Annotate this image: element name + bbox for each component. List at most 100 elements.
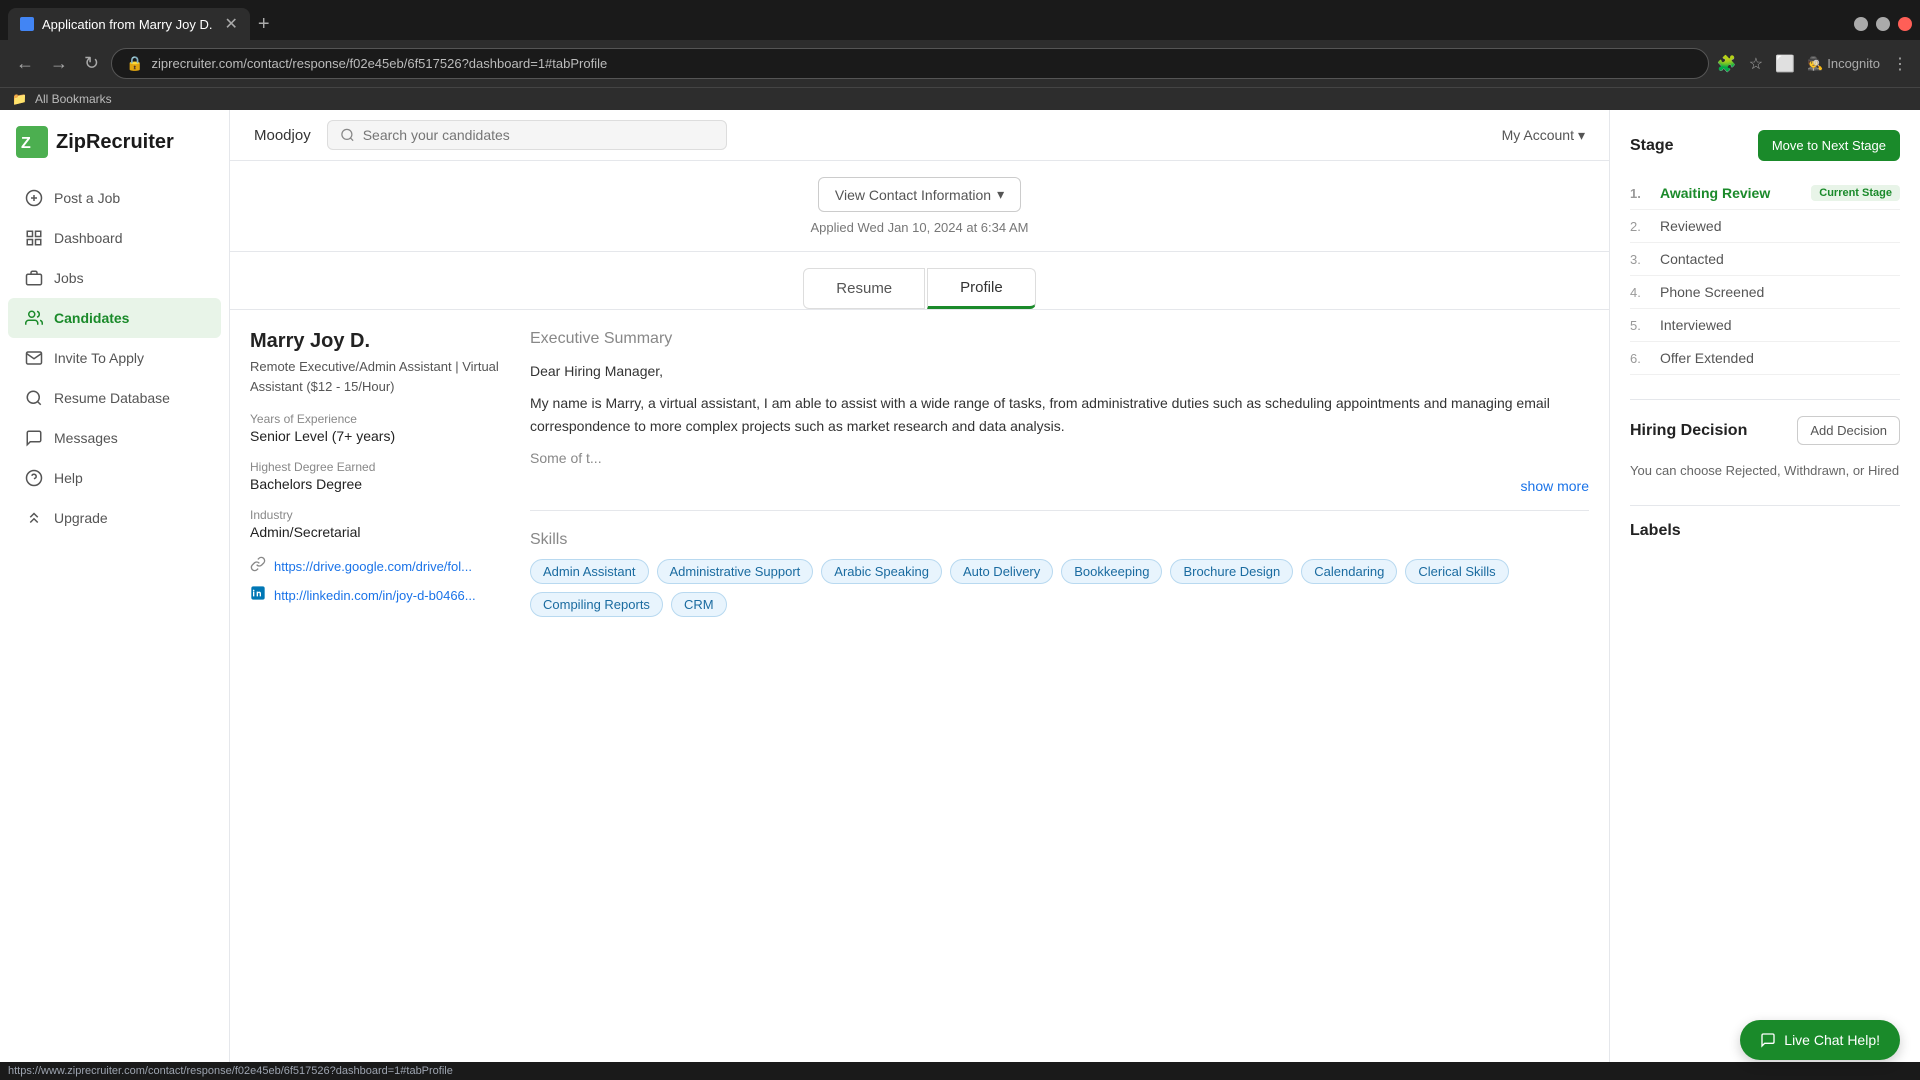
invite-icon: [24, 348, 44, 368]
linkedin-icon: [250, 585, 266, 606]
back-button[interactable]: ←: [12, 49, 38, 78]
new-tab-button[interactable]: +: [250, 9, 278, 40]
stage-label-0: Awaiting Review: [1660, 185, 1770, 201]
sidebar-label-candidates: Candidates: [54, 310, 129, 326]
stage-header: Stage Move to Next Stage: [1630, 130, 1900, 161]
industry-value: Admin/Secretarial: [250, 524, 510, 540]
close-button[interactable]: [1898, 17, 1912, 31]
sidebar-item-help[interactable]: Help: [8, 458, 221, 498]
skills-container: Admin Assistant Administrative Support A…: [530, 559, 1589, 617]
skill-tag-6: Calendaring: [1301, 559, 1397, 584]
active-tab[interactable]: Application from Marry Joy D. ✕: [8, 8, 250, 40]
company-name: Moodjoy: [254, 127, 311, 144]
stage-item-0: 1. Awaiting Review Current Stage: [1630, 177, 1900, 210]
stage-label-2: Contacted: [1660, 251, 1724, 267]
sidebar-item-post-a-job[interactable]: Post a Job: [8, 178, 221, 218]
skill-tag-9: CRM: [671, 592, 727, 617]
refresh-button[interactable]: ↻: [80, 49, 103, 78]
skill-tag-0: Admin Assistant: [530, 559, 649, 584]
stage-label-1: Reviewed: [1660, 218, 1721, 234]
drive-link[interactable]: https://drive.google.com/drive/fol...: [250, 556, 510, 577]
ziprecruiter-logo-icon: Z: [16, 126, 48, 158]
experience-section: Years of Experience Senior Level (7+ yea…: [250, 412, 510, 444]
hiring-decision-description: You can choose Rejected, Withdrawn, or H…: [1630, 461, 1900, 481]
incognito-badge: 🕵 Incognito: [1807, 56, 1880, 72]
hiring-decision-header: Hiring Decision Add Decision: [1630, 416, 1900, 445]
my-account-menu[interactable]: My Account ▾: [1502, 127, 1585, 144]
skill-tag-8: Compiling Reports: [530, 592, 663, 617]
extensions-icon: 🧩: [1717, 54, 1737, 74]
sidebar-label-dashboard: Dashboard: [54, 230, 123, 246]
linkedin-brand-icon: [250, 585, 266, 601]
sidebar: Z ZipRecruiter Post a Job Dashboard Jobs: [0, 110, 230, 1062]
sidebar-item-resume-database[interactable]: Resume Database: [8, 378, 221, 418]
exec-summary-truncated: Some of t...: [530, 447, 1589, 469]
tab-profile[interactable]: Profile: [927, 268, 1036, 309]
sidebar-item-messages[interactable]: Messages: [8, 418, 221, 458]
skill-tag-3: Auto Delivery: [950, 559, 1053, 584]
applied-date: Applied Wed Jan 10, 2024 at 6:34 AM: [254, 220, 1585, 235]
stage-title: Stage: [1630, 137, 1674, 155]
move-next-stage-button[interactable]: Move to Next Stage: [1758, 130, 1900, 161]
industry-label: Industry: [250, 508, 510, 522]
profile-icon[interactable]: ⬜: [1775, 54, 1795, 74]
maximize-button[interactable]: [1876, 17, 1890, 31]
live-chat-button[interactable]: Live Chat Help!: [1740, 1020, 1900, 1060]
sidebar-label-upgrade: Upgrade: [54, 510, 108, 526]
svg-text:Z: Z: [21, 135, 31, 152]
center-panel: Moodjoy My Account ▾ View Contact Inform…: [230, 110, 1610, 1062]
tabs-row: Resume Profile: [230, 252, 1609, 310]
stage-label-5: Offer Extended: [1660, 350, 1754, 366]
tab-favicon: [20, 17, 34, 31]
sidebar-item-candidates[interactable]: Candidates: [8, 298, 221, 338]
view-contact-label: View Contact Information: [835, 187, 991, 203]
sidebar-label-help: Help: [54, 470, 83, 486]
stage-item-4: 5. Interviewed: [1630, 309, 1900, 342]
status-url: https://www.ziprecruiter.com/contact/res…: [8, 1065, 453, 1077]
sidebar-label-jobs: Jobs: [54, 270, 84, 286]
address-bar[interactable]: 🔒 ziprecruiter.com/contact/response/f02e…: [111, 48, 1709, 79]
tab-title: Application from Marry Joy D.: [42, 17, 213, 32]
search-input[interactable]: [363, 127, 714, 143]
minimize-button[interactable]: [1854, 17, 1868, 31]
linkedin-link[interactable]: http://linkedin.com/in/joy-d-b0466...: [250, 585, 510, 606]
view-contact-chevron: ▾: [997, 186, 1004, 203]
sidebar-item-invite-to-apply[interactable]: Invite To Apply: [8, 338, 221, 378]
help-icon: [24, 468, 44, 488]
exec-summary-greeting: Dear Hiring Manager,: [530, 360, 1589, 382]
drive-link-text[interactable]: https://drive.google.com/drive/fol...: [274, 559, 472, 574]
profile-right: Executive Summary Dear Hiring Manager, M…: [530, 330, 1589, 617]
stage-label-3: Phone Screened: [1660, 284, 1764, 300]
skill-tag-2: Arabic Speaking: [821, 559, 942, 584]
stage-item-2: 3. Contacted: [1630, 243, 1900, 276]
search-icon: [340, 127, 355, 143]
degree-value: Bachelors Degree: [250, 476, 510, 492]
stage-item-5: 6. Offer Extended: [1630, 342, 1900, 375]
main-content: Moodjoy My Account ▾ View Contact Inform…: [230, 110, 1920, 1062]
view-contact-button[interactable]: View Contact Information ▾: [818, 177, 1021, 212]
current-stage-badge: Current Stage: [1811, 185, 1900, 201]
sidebar-item-dashboard[interactable]: Dashboard: [8, 218, 221, 258]
my-account-label: My Account: [1502, 127, 1574, 143]
dashboard-icon: [24, 228, 44, 248]
search-bar[interactable]: [327, 120, 727, 150]
stage-label-4: Interviewed: [1660, 317, 1732, 333]
sidebar-item-upgrade[interactable]: Upgrade: [8, 498, 221, 538]
sidebar-item-jobs[interactable]: Jobs: [8, 258, 221, 298]
logo: Z ZipRecruiter: [0, 126, 229, 178]
stage-num-5: 6.: [1630, 351, 1650, 366]
tab-close-icon[interactable]: ✕: [225, 14, 238, 34]
sidebar-label-messages: Messages: [54, 430, 118, 446]
linkedin-link-text[interactable]: http://linkedin.com/in/joy-d-b0466...: [274, 588, 476, 603]
skill-tag-1: Administrative Support: [657, 559, 814, 584]
show-more-link[interactable]: show more: [530, 478, 1589, 494]
menu-icon[interactable]: ⋮: [1892, 54, 1908, 74]
skill-tag-5: Brochure Design: [1170, 559, 1293, 584]
forward-button[interactable]: →: [46, 49, 72, 78]
exec-summary-body: My name is Marry, a virtual assistant, I…: [530, 392, 1589, 437]
tab-resume[interactable]: Resume: [803, 268, 925, 309]
bookmark-icon[interactable]: ☆: [1749, 54, 1763, 74]
skill-tag-4: Bookkeeping: [1061, 559, 1162, 584]
stage-section: Stage Move to Next Stage 1. Awaiting Rev…: [1630, 130, 1900, 375]
add-decision-button[interactable]: Add Decision: [1797, 416, 1900, 445]
